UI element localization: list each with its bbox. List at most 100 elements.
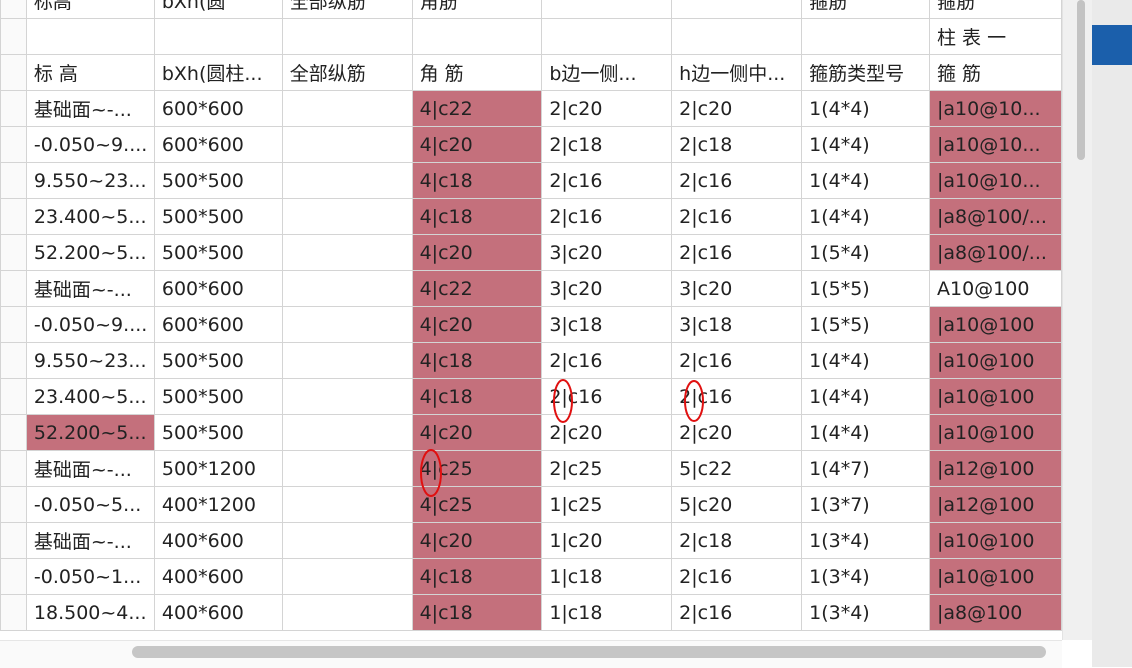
table-cell[interactable]: 4|c18 <box>411 594 543 631</box>
table-cell[interactable]: 3|c18 <box>671 306 803 343</box>
table-cell[interactable]: 23.400~5... <box>25 378 155 415</box>
row-header[interactable] <box>0 414 27 451</box>
table-cell[interactable]: 2|c20 <box>541 414 673 451</box>
table-cell[interactable]: 1(5*5) <box>801 306 930 343</box>
table-cell[interactable]: 1|c25 <box>541 486 673 523</box>
table-cell[interactable]: |a10@100 <box>929 558 1062 595</box>
table-cell[interactable]: 1(4*4) <box>801 414 930 451</box>
table-cell[interactable]: 2|c16 <box>541 198 673 235</box>
column-header[interactable]: 全部纵筋 <box>281 54 413 91</box>
table-cell[interactable] <box>281 306 413 343</box>
table-cell[interactable]: 1(5*5) <box>801 270 930 307</box>
table-cell[interactable] <box>281 90 413 127</box>
header-cell[interactable] <box>541 18 673 55</box>
table-cell[interactable]: 5|c22 <box>671 450 803 487</box>
vertical-scroll-thumb[interactable] <box>1077 0 1085 160</box>
table-cell[interactable]: 2|c16 <box>541 162 673 199</box>
table-cell[interactable] <box>281 342 413 379</box>
table-cell[interactable]: 1|c20 <box>541 522 673 559</box>
table-cell[interactable]: 1(4*4) <box>801 378 930 415</box>
table-cell[interactable]: 400*600 <box>153 594 283 631</box>
row-header[interactable] <box>0 342 27 379</box>
row-header[interactable] <box>0 558 27 595</box>
table-cell[interactable]: 2|c16 <box>671 378 803 415</box>
table-cell[interactable] <box>281 162 413 199</box>
table-cell[interactable]: 1|c18 <box>541 558 673 595</box>
table-cell[interactable]: |a10@10... <box>929 126 1062 163</box>
table-cell[interactable]: 500*500 <box>153 198 283 235</box>
table-cell[interactable]: 5|c20 <box>671 486 803 523</box>
table-cell[interactable]: 9.550~23... <box>25 342 155 379</box>
horizontal-scrollbar[interactable] <box>0 640 1062 668</box>
column-header[interactable]: h边一侧中... <box>671 54 803 91</box>
table-cell[interactable]: 52.200~5... <box>25 414 155 451</box>
table-cell[interactable]: 400*1200 <box>153 486 283 523</box>
row-header[interactable] <box>0 234 27 271</box>
row-header[interactable] <box>0 450 27 487</box>
header-cell[interactable]: 全部纵筋 <box>281 0 413 19</box>
table-cell[interactable]: 600*600 <box>153 90 283 127</box>
column-header[interactable]: bXh(圆柱... <box>153 54 283 91</box>
table-cell[interactable]: 2|c16 <box>671 162 803 199</box>
table-cell[interactable] <box>281 414 413 451</box>
table-cell[interactable]: 3|c20 <box>541 270 673 307</box>
table-cell[interactable]: 4|c20 <box>411 126 543 163</box>
table-cell[interactable]: 2|c20 <box>541 90 673 127</box>
table-cell[interactable]: 18.500~4... <box>25 594 155 631</box>
header-cell[interactable] <box>671 18 803 55</box>
row-header[interactable] <box>0 270 27 307</box>
row-header[interactable] <box>0 522 27 559</box>
vertical-scrollbar[interactable] <box>1062 0 1093 640</box>
column-header[interactable]: b边一侧... <box>541 54 673 91</box>
table-cell[interactable]: |a10@100 <box>929 378 1062 415</box>
table-cell[interactable]: |a12@100 <box>929 450 1062 487</box>
header-cell[interactable] <box>671 0 803 19</box>
table-cell[interactable]: 1(3*4) <box>801 522 930 559</box>
table-cell[interactable]: 1|c18 <box>541 594 673 631</box>
table-cell[interactable] <box>281 558 413 595</box>
horizontal-scroll-thumb[interactable] <box>132 646 1046 658</box>
table-cell[interactable]: 4|c22 <box>411 90 543 127</box>
table-cell[interactable]: 500*500 <box>153 342 283 379</box>
table-cell[interactable]: 4|c25 <box>411 486 543 523</box>
row-header[interactable] <box>0 126 27 163</box>
table-cell[interactable] <box>281 450 413 487</box>
table-cell[interactable]: |a12@100 <box>929 486 1062 523</box>
table-cell[interactable]: 1(4*4) <box>801 126 930 163</box>
table-cell[interactable] <box>281 594 413 631</box>
table-cell[interactable]: 3|c20 <box>671 270 803 307</box>
spreadsheet-grid[interactable]: 标高 bXh(圆 全部纵筋 角筋 箍筋 箍筋柱 表 一标 高 bXh(圆柱... 全部纵筋角 … <box>0 0 1062 640</box>
table-cell[interactable] <box>281 198 413 235</box>
table-cell[interactable]: 500*500 <box>153 234 283 271</box>
header-cell[interactable]: 箍筋 <box>929 0 1062 19</box>
header-cell[interactable] <box>25 18 155 55</box>
header-cell[interactable] <box>801 18 930 55</box>
table-cell[interactable] <box>281 378 413 415</box>
row-header[interactable] <box>0 486 27 523</box>
side-panel-tab[interactable] <box>1092 25 1132 65</box>
column-header[interactable]: 标 高 <box>25 54 155 91</box>
table-cell[interactable]: 600*600 <box>153 306 283 343</box>
table-cell[interactable]: 基础面~-... <box>25 90 155 127</box>
header-cell[interactable] <box>281 18 413 55</box>
table-cell[interactable]: 9.550~23... <box>25 162 155 199</box>
table-cell[interactable]: 2|c16 <box>671 558 803 595</box>
header-cell[interactable]: 角筋 <box>411 0 543 19</box>
header-cell[interactable] <box>541 0 673 19</box>
table-cell[interactable]: 4|c20 <box>411 414 543 451</box>
table-cell[interactable]: -0.050~1... <box>25 558 155 595</box>
table-cell[interactable]: |a10@100 <box>929 522 1062 559</box>
table-cell[interactable]: |a10@10... <box>929 90 1062 127</box>
table-cell[interactable]: 4|c18 <box>411 162 543 199</box>
table-cell[interactable]: 2|c18 <box>671 126 803 163</box>
table-cell[interactable]: 4|c18 <box>411 198 543 235</box>
table-cell[interactable]: 23.400~5... <box>25 198 155 235</box>
table-cell[interactable]: 1(5*4) <box>801 234 930 271</box>
header-cell[interactable]: 箍筋 <box>801 0 930 19</box>
table-cell[interactable]: 2|c16 <box>541 378 673 415</box>
table-cell[interactable]: 4|c18 <box>411 558 543 595</box>
table-cell[interactable]: 500*500 <box>153 378 283 415</box>
table-cell[interactable] <box>281 522 413 559</box>
table-cell[interactable]: 600*600 <box>153 126 283 163</box>
row-header[interactable] <box>0 54 27 91</box>
